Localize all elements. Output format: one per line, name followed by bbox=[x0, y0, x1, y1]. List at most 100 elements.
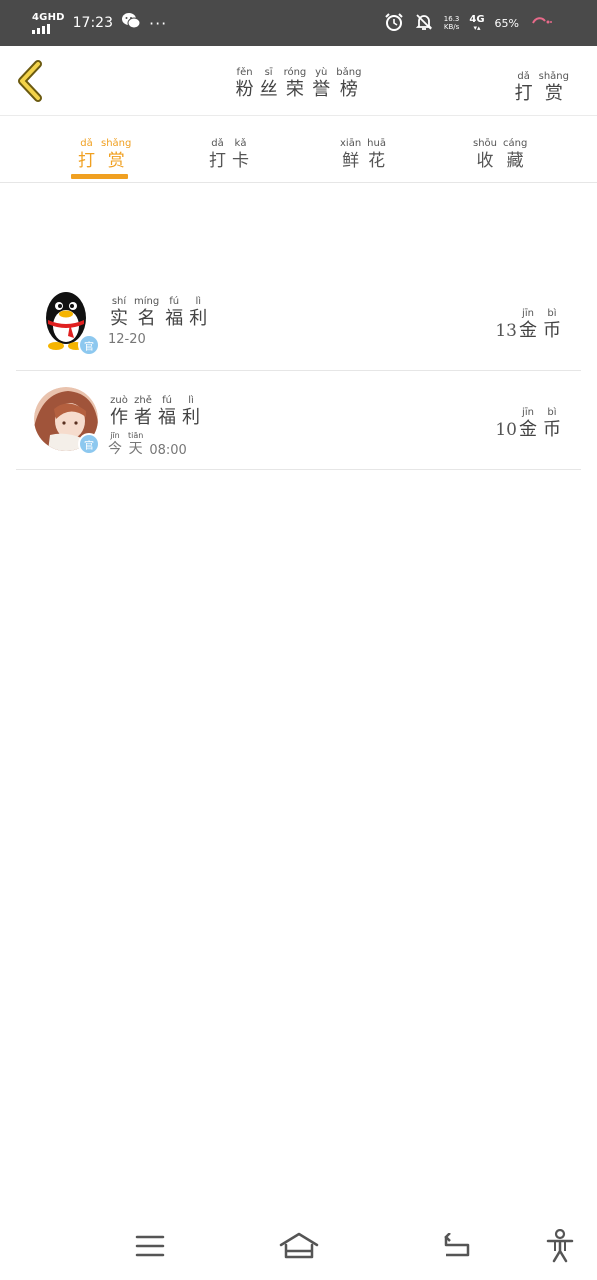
pinyin-char: fú 福 bbox=[165, 296, 183, 330]
hanzi-text: 金 bbox=[519, 419, 537, 440]
status-time: 17:23 bbox=[72, 15, 113, 31]
more-dots: ··· bbox=[149, 13, 168, 33]
page-header: fěn 粉 sī 丝 róng 荣 yù 誉 bǎng 榜 dǎ 打 shǎng 赏 bbox=[0, 46, 597, 116]
hanzi-text: 打 bbox=[514, 83, 533, 104]
pinyin-text: róng bbox=[283, 67, 307, 78]
pinyin-char: míng 名 bbox=[134, 296, 159, 330]
date-text: 12-20 bbox=[108, 332, 146, 347]
pinyin-char: dǎ 打 bbox=[78, 138, 95, 172]
hanzi-text: 者 bbox=[134, 407, 152, 428]
pinyin-char: lì 利 bbox=[182, 395, 200, 429]
menu-button[interactable] bbox=[130, 1226, 170, 1266]
pinyin-text: lì bbox=[195, 296, 201, 307]
item-title: zuò 作 zhě 者 fú 福 lì 利 bbox=[110, 388, 200, 429]
pinyin-text: bì bbox=[547, 308, 557, 319]
back-nav-button[interactable] bbox=[436, 1226, 476, 1266]
signal-icon: 4GHD bbox=[32, 11, 65, 34]
pinyin-char: shōu 收 bbox=[473, 138, 497, 172]
pinyin-text: dǎ bbox=[80, 138, 93, 149]
amount-number: 13 bbox=[495, 321, 517, 341]
pinyin-char: xiān 鲜 bbox=[340, 138, 361, 172]
status-left: 4GHD 17:23 ··· bbox=[32, 10, 167, 36]
hanzi-text: 鲜 bbox=[342, 151, 360, 171]
hanzi-text: 打 bbox=[78, 151, 95, 171]
tab-checkin[interactable]: dǎ 打 kǎ 卡 bbox=[209, 131, 249, 183]
hanzi-text: 粉 bbox=[235, 79, 254, 100]
network-speed: 16.3 KB/s bbox=[443, 14, 460, 31]
pinyin-char: dǎ 打 bbox=[209, 138, 226, 172]
pinyin-char: jīn 金 bbox=[519, 407, 537, 441]
list-item[interactable]: 官 zuò 作 zhě 者 fú 福 lì 利 jīn 今 tiān 天 08:00 10 jīn 金 bì 币 bbox=[16, 371, 581, 470]
hanzi-text: 丝 bbox=[259, 79, 278, 100]
item-date: 12-20 bbox=[108, 332, 146, 347]
pinyin-char: zhě 者 bbox=[134, 395, 152, 429]
wechat-icon bbox=[121, 12, 141, 34]
coin-amount: 13 jīn 金 bì 币 bbox=[495, 308, 561, 342]
pinyin-char: jīn 金 bbox=[519, 308, 537, 342]
pinyin-text: shōu bbox=[473, 138, 498, 149]
pinyin-char: huā 花 bbox=[367, 138, 386, 172]
network-label: 4GHD bbox=[32, 11, 65, 23]
pinyin-text: shǎng bbox=[538, 71, 569, 82]
pinyin-text: zhě bbox=[134, 395, 152, 406]
pinyin-text: cáng bbox=[503, 138, 528, 149]
hanzi-text: 利 bbox=[189, 308, 208, 329]
list-item[interactable]: 官 shí 实 míng 名 fú 福 lì 利 12-20 13 jīn 金 bì 币 bbox=[16, 272, 581, 371]
pinyin-char: bǎng 榜 bbox=[336, 67, 361, 101]
page-title: fěn 粉 sī 丝 róng 荣 yù 誉 bǎng 榜 bbox=[0, 60, 597, 101]
pinyin-char: fú 福 bbox=[158, 395, 176, 429]
pinyin-char: shí 实 bbox=[110, 296, 128, 330]
hanzi-text: 利 bbox=[182, 407, 200, 428]
tab-reward[interactable]: dǎ 打 shǎng 赏 bbox=[78, 131, 131, 183]
pinyin-text: bì bbox=[547, 407, 557, 418]
pinyin-char: kǎ 卡 bbox=[232, 138, 249, 172]
hanzi-text: 天 bbox=[128, 441, 143, 457]
hanzi-text: 花 bbox=[368, 151, 386, 171]
pinyin-text: xiān bbox=[340, 138, 362, 149]
pinyin-text: huā bbox=[367, 138, 386, 149]
hanzi-text: 赏 bbox=[544, 83, 563, 104]
item-date: jīn 今 tiān 天 08:00 bbox=[108, 431, 187, 458]
hanzi-text: 福 bbox=[165, 308, 184, 329]
hanzi-text: 实 bbox=[110, 308, 128, 329]
pinyin-char: jīn 今 bbox=[108, 431, 122, 458]
hanzi-text: 荣 bbox=[285, 79, 304, 100]
reward-list: 官 shí 实 míng 名 fú 福 lì 利 12-20 13 jīn 金 bì 币官 zuò 作 zhě 者 f… bbox=[16, 272, 581, 470]
hanzi-text: 收 bbox=[476, 151, 494, 171]
hanzi-text: 名 bbox=[137, 308, 156, 329]
menu-icon bbox=[135, 1235, 165, 1257]
mute-icon bbox=[414, 12, 434, 35]
hanzi-text: 福 bbox=[158, 407, 176, 428]
pinyin-char: shǎng 赏 bbox=[101, 138, 131, 172]
pinyin-text: jīn bbox=[110, 431, 120, 440]
pinyin-char: róng 荣 bbox=[284, 67, 307, 101]
home-button[interactable] bbox=[279, 1226, 319, 1266]
pinyin-char: bì 币 bbox=[543, 308, 561, 342]
reward-link[interactable]: dǎ 打 shǎng 赏 bbox=[515, 64, 569, 105]
pinyin-char: sī 丝 bbox=[260, 67, 278, 101]
system-nav-bar bbox=[0, 1212, 597, 1280]
back-arrow-icon bbox=[444, 1233, 470, 1257]
official-badge-icon: 官 bbox=[78, 433, 100, 455]
item-title: shí 实 míng 名 fú 福 lì 利 bbox=[110, 289, 207, 330]
pinyin-text: fěn bbox=[236, 67, 253, 78]
pinyin-text: yù bbox=[315, 67, 328, 78]
hanzi-text: 币 bbox=[543, 320, 561, 341]
pinyin-text: dǎ bbox=[211, 138, 224, 149]
pinyin-text: shí bbox=[111, 296, 127, 307]
pinyin-text: lì bbox=[188, 395, 194, 406]
pinyin-char: yù 誉 bbox=[312, 67, 330, 101]
pinyin-text: kǎ bbox=[234, 138, 247, 149]
pinyin-text: tiān bbox=[128, 431, 144, 440]
battery-icon bbox=[529, 15, 553, 32]
hanzi-text: 榜 bbox=[339, 79, 358, 100]
accessibility-button[interactable] bbox=[540, 1226, 580, 1266]
alarm-icon bbox=[384, 12, 404, 35]
tab-bar: dǎ 打 shǎng 赏 dǎ 打 kǎ 卡 xiān 鲜 huā 花 shōu 收 cáng 藏 bbox=[0, 117, 597, 183]
hanzi-text: 金 bbox=[519, 320, 537, 341]
hanzi-text: 誉 bbox=[312, 79, 331, 100]
pinyin-char: lì 利 bbox=[189, 296, 207, 330]
tab-flowers[interactable]: xiān 鲜 huā 花 bbox=[340, 131, 386, 183]
pinyin-text: fú bbox=[162, 395, 172, 406]
tab-collect[interactable]: shōu 收 cáng 藏 bbox=[473, 131, 527, 183]
